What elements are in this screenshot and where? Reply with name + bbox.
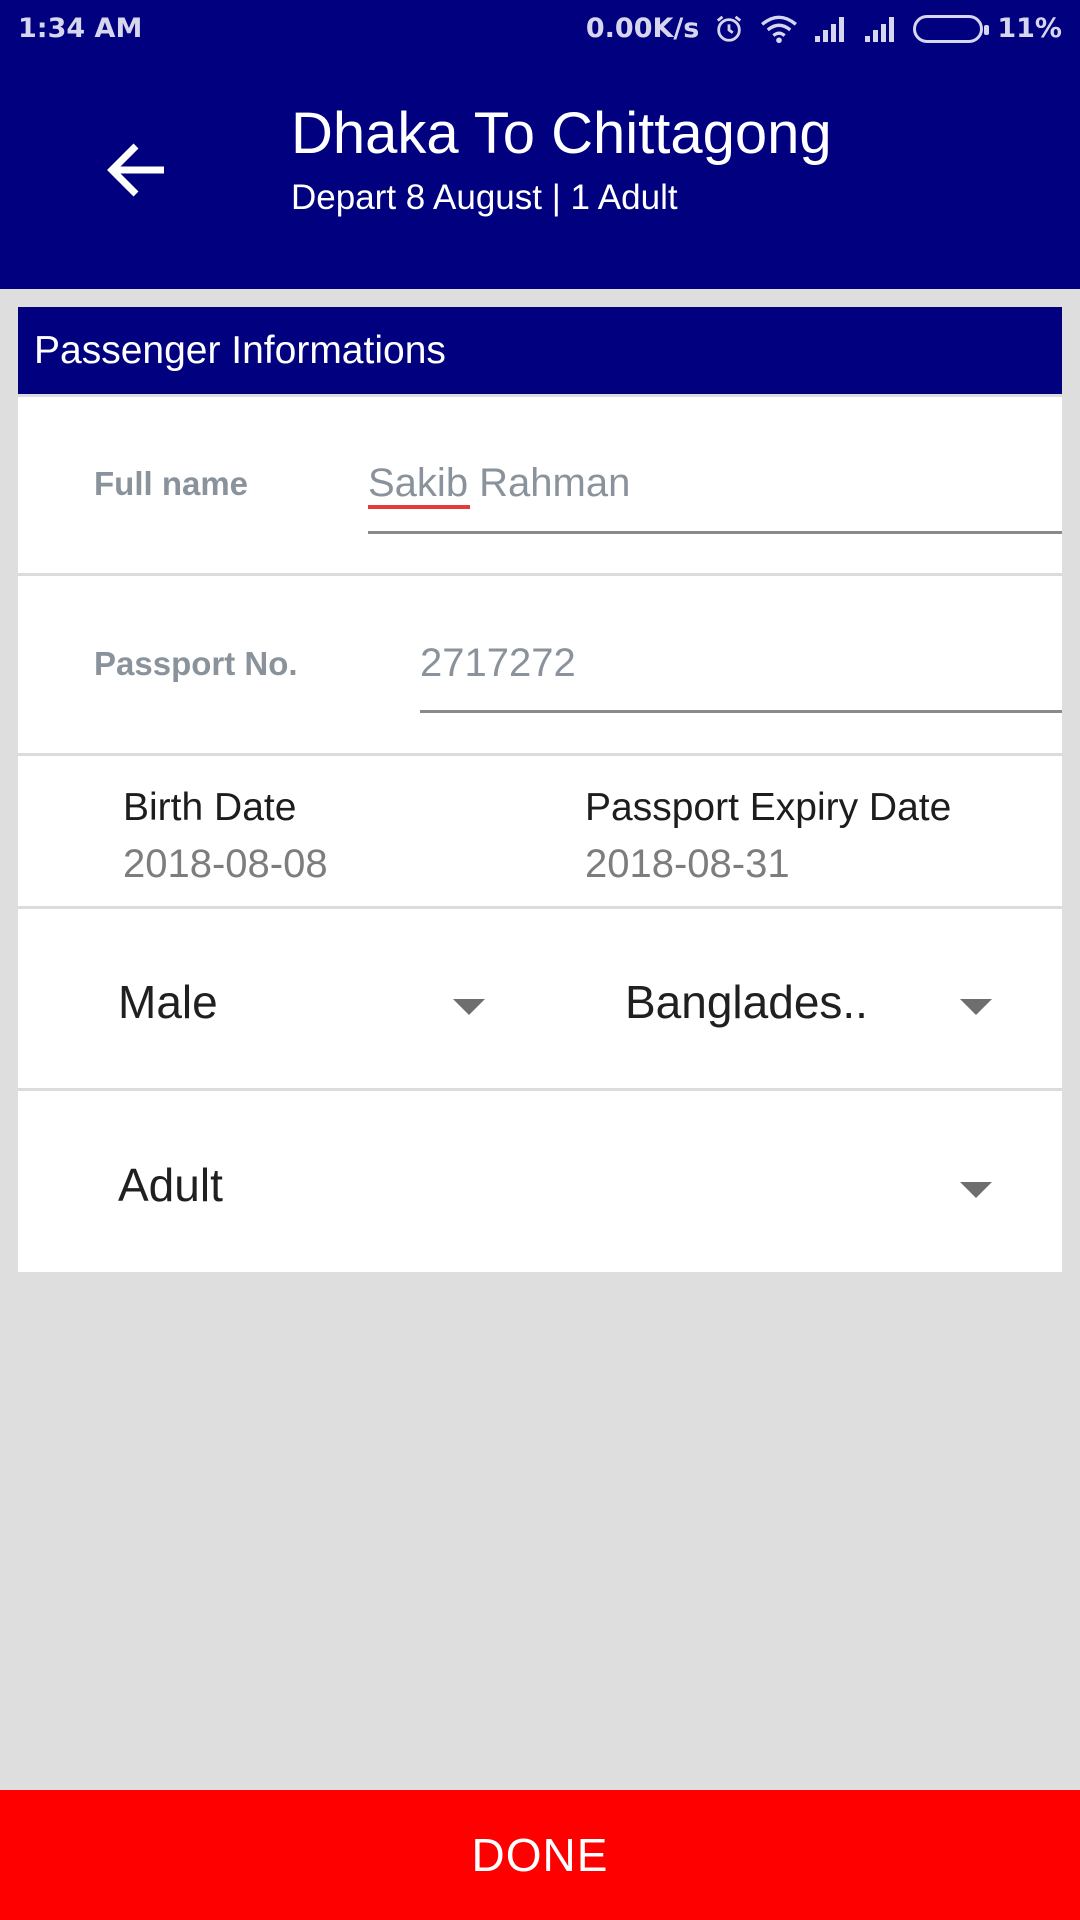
signal-icon: [865, 16, 895, 42]
chevron-down-icon: [960, 1182, 992, 1198]
passport-no-field[interactable]: 2717272: [420, 641, 576, 686]
full-name-field[interactable]: Sakib Rahman: [368, 461, 630, 506]
passport-expiry-label: Passport Expiry Date: [585, 786, 952, 829]
passenger-type-dropdown[interactable]: Adult: [118, 1122, 1025, 1242]
birth-date-picker[interactable]: Birth Date 2018-08-08: [18, 756, 540, 906]
birth-date-value: 2018-08-08: [123, 842, 328, 886]
page-subtitle: Depart 8 August | 1 Adult: [291, 178, 678, 217]
full-name-label: Full name: [94, 465, 249, 502]
divider: [18, 394, 1062, 397]
passenger-type-value: Adult: [118, 1159, 223, 1211]
passport-expiry-date-picker[interactable]: Passport Expiry Date 2018-08-31: [540, 756, 1062, 906]
birth-date-label: Birth Date: [123, 786, 297, 829]
divider: [18, 906, 1062, 909]
page-title: Dhaka To Chittagong: [291, 101, 832, 166]
status-icons: 0.00K/s 11%: [586, 13, 1062, 44]
app-bar: Dhaka To Chittagong Depart 8 August | 1 …: [0, 60, 1080, 289]
status-bar: 1:34 AM 0.00K/s 11%: [0, 0, 1080, 60]
spellcheck-underline: [368, 505, 470, 509]
network-speed: 0.00K/s: [585, 13, 700, 44]
full-name-underline: [368, 531, 1062, 534]
passport-expiry-value: 2018-08-31: [585, 842, 790, 886]
gender-value: Male: [118, 976, 218, 1028]
passport-no-label: Passport No.: [94, 645, 298, 682]
chevron-down-icon: [453, 999, 485, 1015]
divider: [18, 573, 1062, 576]
battery-percent: 11%: [997, 13, 1062, 44]
alarm-icon: [717, 15, 742, 42]
arrow-left-icon: [107, 143, 164, 197]
wifi-icon: [761, 15, 798, 43]
back-button[interactable]: [98, 130, 178, 210]
chevron-down-icon: [960, 999, 992, 1015]
signal-icon: [815, 16, 845, 42]
nationality-dropdown[interactable]: Banglades..: [625, 939, 1025, 1059]
battery-icon: [913, 14, 990, 43]
section-header: Passenger Informations: [18, 307, 1062, 394]
app-root: 1:34 AM 0.00K/s 11% Dhaka To Chittagong …: [0, 0, 1080, 1920]
passenger-form-card: Passenger Informations Full name Sakib R…: [18, 307, 1062, 1272]
passport-no-underline: [420, 710, 1062, 713]
nationality-value: Banglades..: [625, 976, 868, 1028]
status-time: 1:34 AM: [18, 13, 143, 44]
done-button[interactable]: DONE: [0, 1790, 1080, 1920]
gender-dropdown[interactable]: Male: [118, 939, 518, 1059]
divider: [18, 1088, 1062, 1091]
